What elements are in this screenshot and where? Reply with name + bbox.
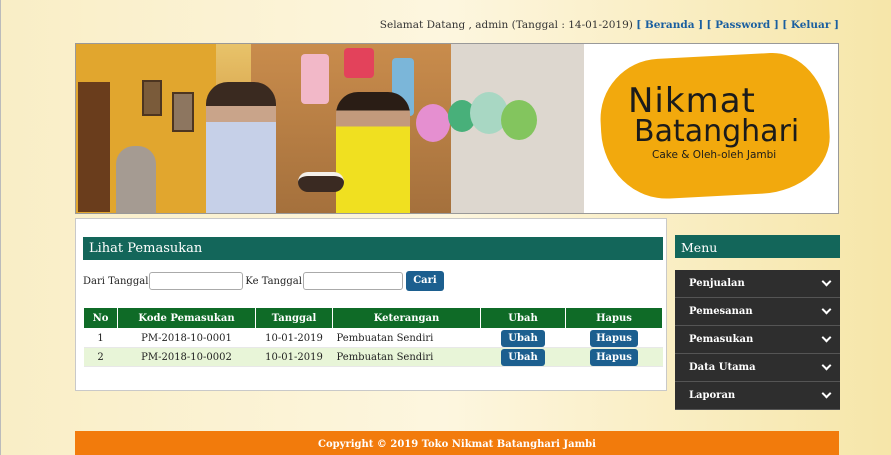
column-header-hapus: Hapus [565, 307, 663, 329]
welcome-text: Selamat Datang , admin (Tanggal : 14-01-… [379, 19, 633, 31]
pemasukan-table: No Kode Pemasukan Tanggal Keterangan Uba… [83, 307, 663, 367]
store-photo [76, 44, 584, 213]
chevron-down-icon [821, 332, 832, 343]
page-title: Lihat Pemasukan [83, 237, 663, 260]
cell-hapus: Hapus [565, 347, 663, 367]
delete-button[interactable]: Hapus [590, 348, 638, 366]
chevron-down-icon [821, 304, 832, 315]
keluar-link[interactable]: [ Keluar ] [782, 19, 839, 31]
search-button[interactable]: Cari [405, 271, 444, 291]
menu-item-pemesanan[interactable]: Pemesanan [675, 298, 840, 326]
header-banner: Nikmat Batanghari Cake & Oleh-oleh Jambi [75, 43, 839, 214]
from-date-label: Dari Tanggal [83, 275, 149, 287]
to-date-label: Ke Tanggal [245, 275, 302, 287]
chevron-down-icon [821, 276, 832, 287]
top-bar: Selamat Datang , admin (Tanggal : 14-01-… [380, 19, 839, 31]
column-header-tanggal: Tanggal [255, 307, 333, 329]
cell-kode: PM-2018-10-0001 [117, 328, 256, 348]
menu-title: Menu [675, 235, 840, 258]
beranda-link[interactable]: [ Beranda ] [636, 19, 703, 31]
logo-title-line1: Nikmat [628, 81, 756, 121]
cell-keterangan: Pembuatan Sendiri [332, 328, 481, 348]
table-row: 2 PM-2018-10-0002 10-01-2019 Pembuatan S… [83, 347, 663, 367]
edit-button[interactable]: Ubah [501, 329, 545, 347]
logo-title-line2: Batanghari [634, 114, 800, 149]
main-content: Lihat Pemasukan Dari Tanggal Ke Tanggal … [75, 218, 667, 391]
menu-item-data-utama[interactable]: Data Utama [675, 354, 840, 382]
chevron-down-icon [821, 360, 832, 371]
menu-item-pemasukan[interactable]: Pemasukan [675, 326, 840, 354]
menu-item-label: Pemasukan [689, 334, 754, 345]
cell-no: 1 [83, 328, 118, 348]
menu-item-penjualan[interactable]: Penjualan [675, 270, 840, 298]
menu-item-laporan[interactable]: Laporan [675, 382, 840, 410]
cell-kode: PM-2018-10-0002 [117, 347, 256, 367]
cell-tanggal: 10-01-2019 [255, 328, 333, 348]
table-row: 1 PM-2018-10-0001 10-01-2019 Pembuatan S… [83, 328, 663, 348]
edit-button[interactable]: Ubah [501, 348, 545, 366]
footer: Copyright © 2019 Toko Nikmat Batanghari … [75, 431, 839, 455]
table-header-row: No Kode Pemasukan Tanggal Keterangan Uba… [83, 307, 663, 329]
column-header-ubah: Ubah [480, 307, 566, 329]
logo: Nikmat Batanghari Cake & Oleh-oleh Jambi [584, 44, 838, 213]
to-date-input[interactable] [302, 272, 403, 290]
logo-tagline: Cake & Oleh-oleh Jambi [652, 149, 777, 161]
menu-item-label: Penjualan [689, 278, 745, 289]
column-header-keterangan: Keterangan [332, 307, 481, 329]
cell-hapus: Hapus [565, 328, 663, 348]
column-header-kode: Kode Pemasukan [117, 307, 256, 329]
delete-button[interactable]: Hapus [590, 329, 638, 347]
sidebar-menu: Menu Penjualan Pemesanan Pemasukan Data … [675, 235, 840, 410]
menu-item-label: Data Utama [689, 362, 756, 373]
cell-tanggal: 10-01-2019 [255, 347, 333, 367]
chevron-down-icon [821, 388, 832, 399]
password-link[interactable]: [ Password ] [706, 19, 778, 31]
cell-ubah: Ubah [480, 347, 566, 367]
menu-item-label: Pemesanan [689, 306, 753, 317]
column-header-no: No [83, 307, 118, 329]
cell-no: 2 [83, 347, 118, 367]
cell-ubah: Ubah [480, 328, 566, 348]
from-date-input[interactable] [149, 272, 244, 290]
cell-keterangan: Pembuatan Sendiri [332, 347, 481, 367]
menu-item-label: Laporan [689, 390, 736, 401]
copyright-text: Copyright © 2019 Toko Nikmat Batanghari … [318, 439, 596, 450]
date-filter: Dari Tanggal Ke Tanggal Cari [83, 271, 444, 291]
